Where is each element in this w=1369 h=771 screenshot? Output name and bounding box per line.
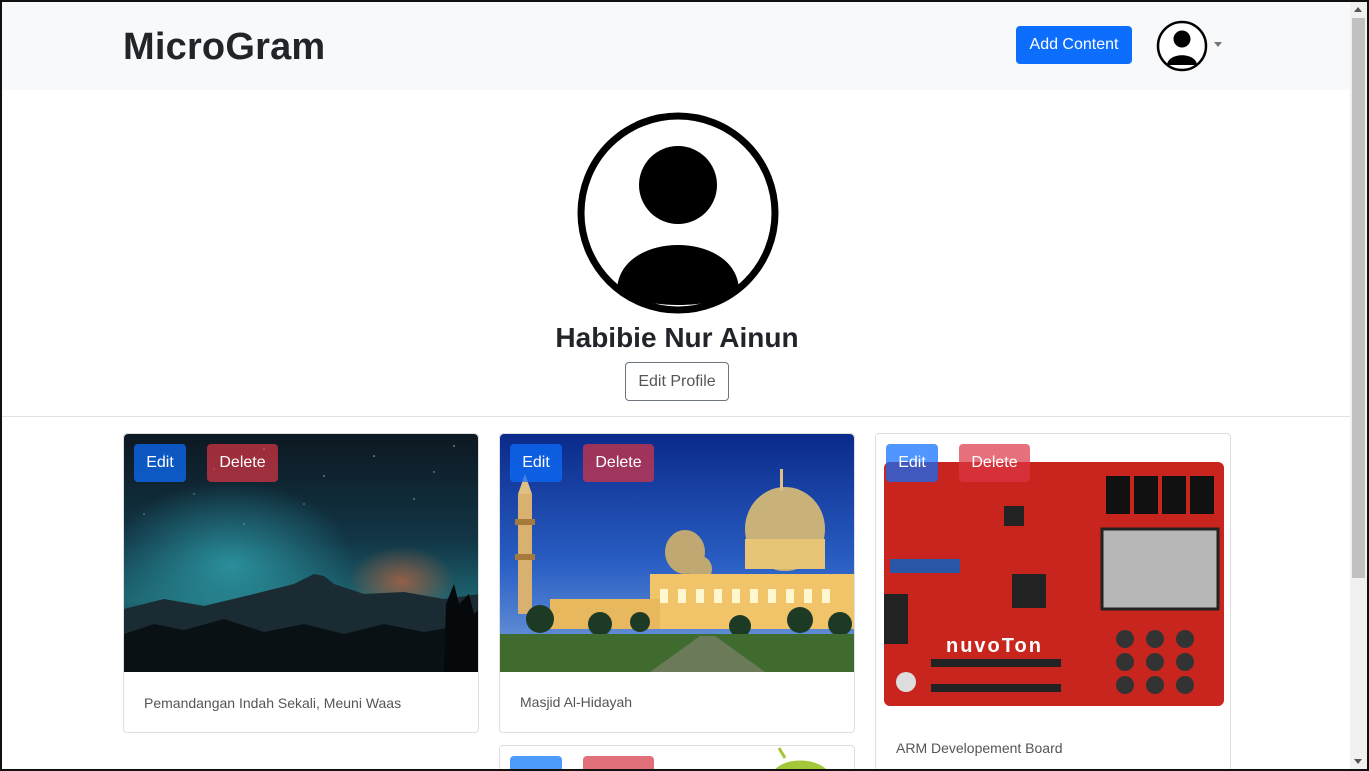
scroll-down-arrow-icon[interactable] <box>1354 759 1362 764</box>
delete-post-button[interactable]: Delete <box>959 444 1030 482</box>
navbar: MicroGram Add Content <box>2 2 1352 90</box>
edit-profile-button[interactable]: Edit Profile <box>625 362 729 401</box>
edit-post-button[interactable]: Edit <box>510 444 562 482</box>
browser-window: MicroGram Add Content Habibie Nur Ainun … <box>0 0 1369 771</box>
delete-post-button[interactable] <box>583 756 654 769</box>
profile-avatar-icon <box>577 112 779 314</box>
post-card <box>499 745 855 769</box>
post-card: nuvoTon Edit Delete ARM Developement Boa… <box>875 433 1231 769</box>
delete-post-button[interactable]: Delete <box>583 444 654 482</box>
add-content-button[interactable]: Add Content <box>1016 26 1132 64</box>
section-divider <box>2 416 1352 417</box>
post-card: Edit Delete Pemandangan Indah Sekali, Me… <box>123 433 479 733</box>
edit-post-button[interactable] <box>510 756 562 769</box>
post-caption: Pemandangan Indah Sekali, Meuni Waas <box>144 695 402 711</box>
post-caption: Masjid Al-Hidayah <box>520 694 633 710</box>
scroll-thumb[interactable] <box>1352 18 1365 578</box>
delete-post-button[interactable]: Delete <box>207 444 278 482</box>
post-card: Edit Delete Masjid Al-Hidayah <box>499 433 855 733</box>
edit-post-button[interactable]: Edit <box>886 444 938 482</box>
post-caption: ARM Developement Board <box>896 740 1063 756</box>
edit-post-button[interactable]: Edit <box>134 444 186 482</box>
user-avatar-icon[interactable] <box>1156 20 1208 72</box>
profile-name: Habibie Nur Ainun <box>555 322 799 353</box>
brand-logo[interactable]: MicroGram <box>123 26 325 69</box>
board-logo: nuvoTon <box>946 635 1043 657</box>
vertical-scrollbar[interactable] <box>1350 2 1367 769</box>
scroll-up-arrow-icon[interactable] <box>1354 7 1362 12</box>
dropdown-caret-icon[interactable] <box>1214 42 1222 47</box>
